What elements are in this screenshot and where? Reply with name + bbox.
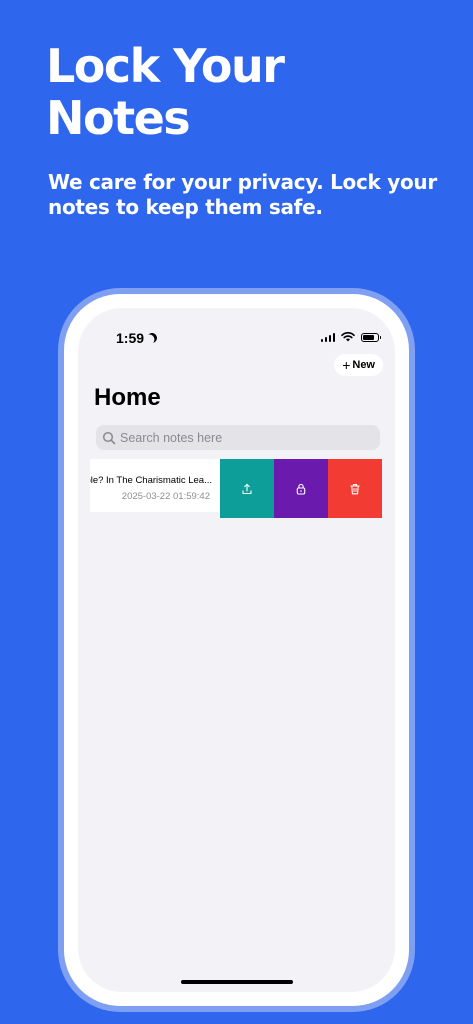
share-note-button[interactable] bbox=[220, 459, 274, 518]
trash-icon bbox=[350, 483, 360, 494]
note-card[interactable]: ple? In The Charismatic Lea... 2025-03-2… bbox=[90, 459, 220, 512]
promo-headline-line1: Lock Your bbox=[46, 39, 285, 93]
promo-subtitle: We care for your privacy. Lock your note… bbox=[48, 170, 437, 219]
cellular-signal-icon bbox=[320, 332, 335, 342]
wifi-icon bbox=[341, 332, 355, 342]
search-input[interactable] bbox=[120, 430, 340, 445]
plus-icon: + bbox=[342, 357, 351, 373]
page-title: Home bbox=[94, 384, 161, 411]
note-title: ple? In The Charismatic Lea... bbox=[90, 475, 212, 486]
promo-headline: Lock Your Notes bbox=[46, 39, 285, 145]
promo-headline-line2: Notes bbox=[46, 91, 191, 145]
status-bar-icons bbox=[320, 332, 381, 342]
app-screen: 1:59 + New Home Search notes here ple? I… bbox=[78, 308, 395, 992]
search-icon bbox=[102, 431, 116, 444]
phone-frame: 1:59 + New Home Search notes here ple? I… bbox=[58, 288, 415, 1012]
share-icon bbox=[242, 483, 252, 494]
moon-icon bbox=[145, 331, 159, 345]
new-note-button[interactable]: + New bbox=[334, 354, 383, 376]
status-bar-time: 1:59 bbox=[116, 330, 157, 346]
new-button-label: New bbox=[352, 359, 375, 371]
promo-page: Lock Your Notes We care for your privacy… bbox=[0, 0, 473, 1024]
note-date: 2025-03-22 01:59:42 bbox=[121, 491, 210, 502]
delete-note-button[interactable] bbox=[328, 459, 382, 518]
battery-icon bbox=[361, 332, 381, 342]
search-bar[interactable] bbox=[96, 425, 380, 450]
lock-icon bbox=[296, 483, 306, 495]
phone-bezel: 1:59 + New Home Search notes here ple? I… bbox=[64, 294, 409, 1006]
status-time-text: 1:59 bbox=[116, 330, 145, 346]
home-indicator[interactable] bbox=[180, 980, 293, 984]
lock-note-button[interactable] bbox=[274, 459, 328, 518]
note-list-item[interactable]: ple? In The Charismatic Lea... 2025-03-2… bbox=[90, 459, 382, 518]
